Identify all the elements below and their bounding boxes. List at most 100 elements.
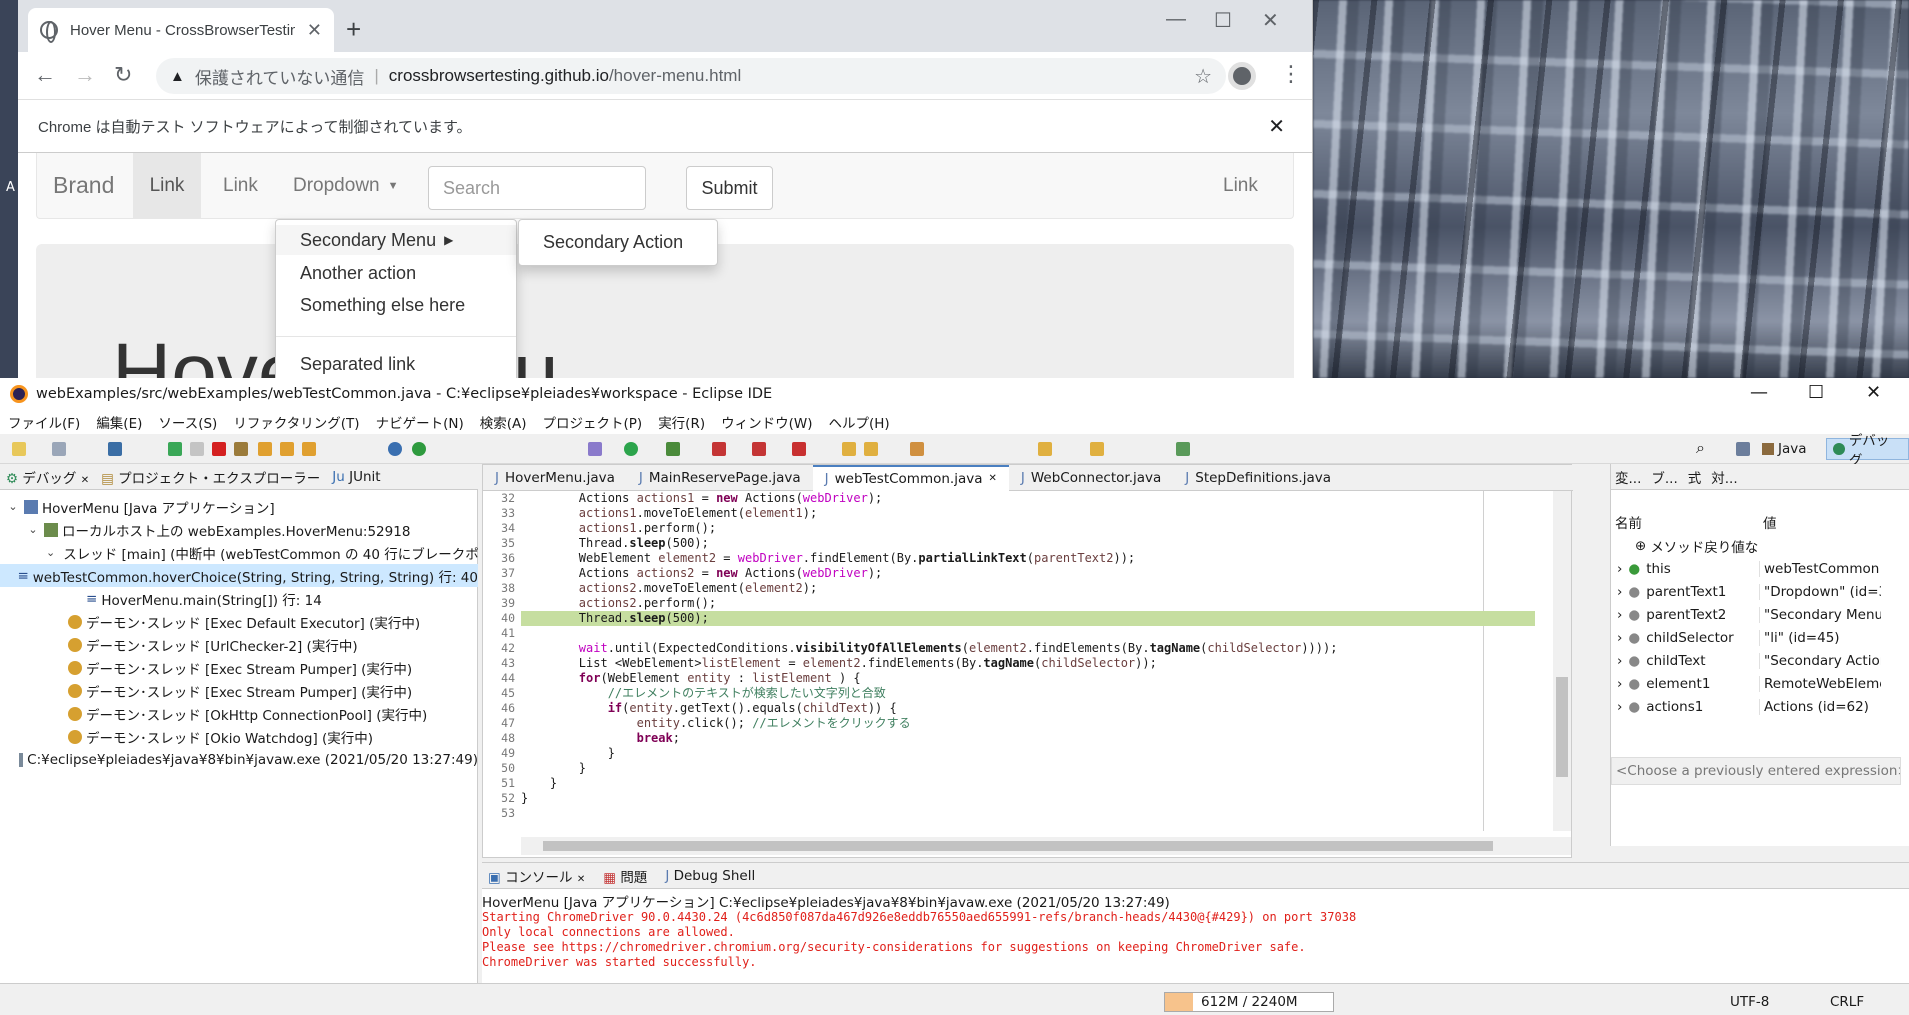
debug-run-icon[interactable]	[588, 442, 602, 456]
run-icon[interactable]	[624, 442, 638, 456]
menu-edit[interactable]: 編集(E)	[96, 412, 142, 432]
nav-link-right[interactable]: Link	[1223, 153, 1258, 218]
close-icon[interactable]: ✕	[989, 473, 997, 484]
scroll-thumb[interactable]	[543, 841, 1493, 851]
step-over-icon[interactable]	[280, 442, 294, 456]
navbar-brand[interactable]: Brand	[53, 153, 114, 218]
dropdown-item-separated-link[interactable]: Separated link	[276, 349, 516, 378]
expand-icon[interactable]: ⌄	[26, 523, 40, 536]
disconnect-icon[interactable]	[234, 442, 248, 456]
tree-launch[interactable]: ⌄ HoverMenu [Java アプリケーション]	[0, 495, 478, 518]
dropdown-item-secondary-menu[interactable]: Secondary Menu ▶	[276, 225, 516, 255]
new-icon[interactable]	[12, 442, 26, 456]
expand-icon[interactable]: ⌄	[46, 546, 55, 559]
menu-kebab-icon[interactable]: ⋮	[1280, 62, 1302, 87]
tree-stack-frame-selected[interactable]: ≡ webTestCommon.hoverChoice(String, Strin…	[0, 564, 478, 587]
tab-debug[interactable]: ⚙ デバッグ ✕	[6, 467, 89, 487]
new-tab-button[interactable]: +	[346, 14, 361, 45]
tree-daemon-thread[interactable]: デーモン･スレッド [Okio Watchdog] (実行中)	[0, 725, 478, 748]
menu-search[interactable]: 検索(A)	[480, 412, 527, 432]
tab-project-explorer[interactable]: ▤ プロジェクト・エクスプローラー	[101, 467, 320, 487]
editor-tab-active[interactable]: JwebTestCommon.java ✕	[812, 464, 1009, 491]
menu-refactor[interactable]: リファクタリング(T)	[233, 412, 359, 432]
back-nav-icon[interactable]	[1038, 442, 1052, 456]
maximize-button[interactable]: ☐	[1214, 8, 1232, 33]
editor-tab[interactable]: J MainReservePage.java	[627, 465, 813, 491]
tab-variables[interactable]: 変...	[1615, 467, 1641, 487]
reload-icon[interactable]: ↻	[114, 62, 132, 88]
menu-window[interactable]: ウィンドウ(W)	[721, 412, 812, 432]
menu-source[interactable]: ソース(S)	[158, 412, 217, 432]
tree-daemon-thread[interactable]: デーモン･スレッド [Exec Default Executor] (実行中)	[0, 610, 478, 633]
run-history-icon[interactable]	[666, 442, 680, 456]
tree-javaw-process[interactable]: C:¥eclipse¥pleiades¥java¥8¥bin¥javaw.exe…	[0, 748, 478, 771]
terminate-icon[interactable]	[212, 442, 226, 456]
submenu-item-secondary-action[interactable]: Secondary Action	[518, 219, 718, 266]
forward-icon[interactable]: →	[74, 62, 96, 88]
maximize-button[interactable]: ☐	[1808, 382, 1824, 403]
tab-breakpoints[interactable]: ブ...	[1651, 467, 1677, 487]
external-tools-icon[interactable]	[712, 442, 726, 456]
dropdown-item-another-action[interactable]: Another action	[276, 258, 516, 288]
tab-close-icon[interactable]: ✕	[307, 20, 322, 41]
coverage-icon[interactable]	[412, 442, 426, 456]
variable-row[interactable]: › ● element1 RemoteWebEleme	[1611, 672, 1881, 695]
submit-button[interactable]: Submit	[686, 166, 773, 210]
open-perspective-icon[interactable]	[1736, 442, 1750, 456]
variable-row[interactable]: › ● actions1 Actions (id=62)	[1611, 695, 1881, 718]
tab-problems[interactable]: ▦ 問題	[603, 866, 647, 886]
open-task-icon[interactable]	[864, 442, 878, 456]
dropdown-item-something-else[interactable]: Something else here	[276, 290, 516, 320]
perspective-debug[interactable]: デバッグ	[1826, 433, 1909, 469]
editor-hscrollbar[interactable]	[521, 837, 1571, 855]
close-icon[interactable]: ✕	[577, 874, 585, 885]
editor-tab[interactable]: J StepDefinitions.java	[1173, 465, 1343, 491]
profile-avatar[interactable]	[1228, 62, 1256, 90]
infobar-close-icon[interactable]: ✕	[1268, 114, 1285, 139]
column-name[interactable]: 名前	[1611, 512, 1759, 534]
expression-input[interactable]: <Choose a previously entered expression>	[1611, 757, 1901, 785]
close-icon[interactable]: ✕	[81, 475, 89, 486]
tree-daemon-thread[interactable]: デーモン･スレッド [Exec Stream Pumper] (実行中)	[0, 656, 478, 679]
variable-row[interactable]: › ● this webTestCommon	[1611, 557, 1881, 580]
perspective-java[interactable]: Java	[1756, 438, 1813, 460]
terminal-icon[interactable]	[108, 442, 122, 456]
variable-row[interactable]: › ● parentText2 "Secondary Menu"	[1611, 603, 1881, 626]
menu-file[interactable]: ファイル(F)	[8, 412, 80, 432]
open-type-icon[interactable]	[842, 442, 856, 456]
warning-icon[interactable]: ▲	[170, 68, 185, 85]
expand-icon[interactable]: ⌄	[6, 500, 20, 513]
step-into-icon[interactable]	[258, 442, 272, 456]
tree-daemon-thread[interactable]: デーモン･スレッド [OkHttp ConnectionPool] (実行中)	[0, 702, 478, 725]
tab-target[interactable]: 対...	[1711, 467, 1737, 487]
scroll-thumb[interactable]	[1556, 677, 1568, 777]
pin-editor-icon[interactable]	[1176, 442, 1190, 456]
pen-icon[interactable]	[910, 442, 924, 456]
editor-tab[interactable]: J HoverMenu.java	[483, 465, 627, 491]
tree-daemon-thread[interactable]: デーモン･スレッド [Exec Stream Pumper] (実行中)	[0, 679, 478, 702]
search-input[interactable]: Search	[428, 166, 646, 210]
save-icon[interactable]	[52, 442, 66, 456]
close-window-button[interactable]: ✕	[1866, 382, 1881, 403]
tab-console[interactable]: ▣ コンソール ✕	[488, 866, 585, 886]
close-window-button[interactable]: ✕	[1262, 8, 1279, 33]
minimize-button[interactable]: —	[1166, 8, 1186, 31]
tab-junit[interactable]: Ju JUnit	[332, 469, 380, 485]
debug-target-icon[interactable]	[388, 442, 402, 456]
prev-edit-icon[interactable]	[1090, 442, 1104, 456]
step-return-icon[interactable]	[302, 442, 316, 456]
search-icon[interactable]: ⌕	[1696, 438, 1705, 458]
code-area[interactable]: Actions actions1 = new Actions(webDriver…	[521, 491, 1535, 831]
menu-run[interactable]: 実行(R)	[658, 412, 705, 432]
menu-help[interactable]: ヘルプ(H)	[829, 412, 890, 432]
bookmark-star-icon[interactable]: ☆	[1194, 64, 1212, 89]
variable-row[interactable]: › ● childText "Secondary Action	[1611, 649, 1881, 672]
suspend-icon[interactable]	[190, 442, 204, 456]
menu-navigate[interactable]: ナビゲート(N)	[376, 412, 464, 432]
variable-row[interactable]: › ● parentText1 "Dropdown" (id=3	[1611, 580, 1881, 603]
editor-vscrollbar[interactable]	[1553, 491, 1571, 831]
resume-icon[interactable]	[168, 442, 182, 456]
tree-daemon-thread[interactable]: デーモン･スレッド [UrlChecker-2] (実行中)	[0, 633, 478, 656]
editor-tab[interactable]: J WebConnector.java	[1009, 465, 1173, 491]
tab-debug-shell[interactable]: J Debug Shell	[665, 868, 755, 884]
